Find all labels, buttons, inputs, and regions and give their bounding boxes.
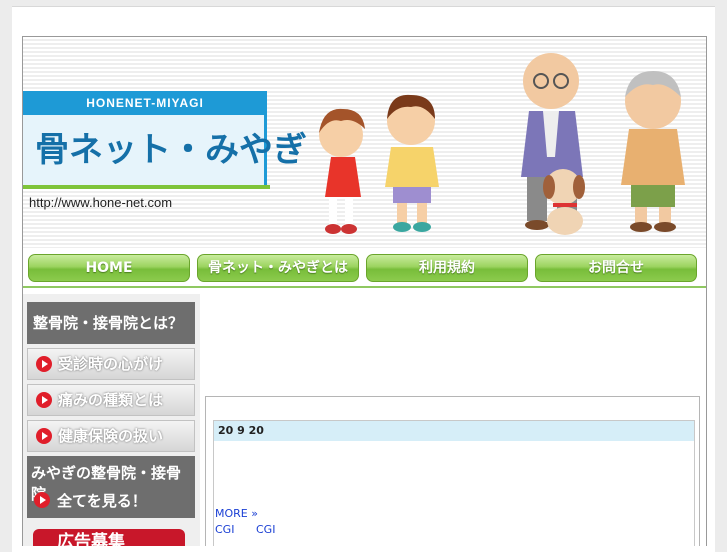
nav-terms[interactable]: 利用規約: [366, 254, 528, 282]
sidebar-item-label: 受診時の心がけ: [58, 355, 164, 373]
sidebar-item-label: 健康保険の扱い: [58, 427, 164, 445]
main-nav: HOME 骨ネット・みやぎとは 利用規約 お問合せ: [23, 252, 706, 288]
nav-contact[interactable]: お問合せ: [535, 254, 697, 282]
logo-title: 骨ネット・みやぎ: [23, 115, 307, 185]
clinic-list-block: みやぎの整骨院・接骨院 全てを見る！: [27, 456, 195, 518]
sidebar-item-label: 痛みの種類とは: [58, 391, 164, 409]
view-all-link[interactable]: 全てを見る！: [57, 490, 147, 511]
logo-subtitle: HONENET-MIYAGI: [23, 91, 267, 115]
news-date: 20 9 20: [214, 421, 694, 441]
cgi-link[interactable]: CGI: [256, 523, 275, 536]
arrow-right-icon: [34, 492, 50, 508]
ad-banner[interactable]: 広告募集: [33, 529, 185, 546]
arrow-right-icon: [36, 356, 52, 372]
arrow-right-icon: [36, 428, 52, 444]
dog-figure: [543, 169, 585, 235]
grandmother-figure: [621, 71, 685, 232]
page-container: HONENET-MIYAGI 骨ネット・みやぎ http://www.hone-…: [22, 36, 707, 546]
sidebar-item-pain-types[interactable]: 痛みの種類とは: [27, 384, 195, 416]
nav-about[interactable]: 骨ネット・みやぎとは: [197, 254, 359, 282]
site-header: HONENET-MIYAGI 骨ネット・みやぎ http://www.hone-…: [23, 37, 706, 248]
nav-home[interactable]: HOME: [28, 254, 190, 282]
main-content: 20 9 20 MORE » CGI CGI: [205, 396, 700, 546]
site-logo[interactable]: HONENET-MIYAGI 骨ネット・みやぎ: [23, 91, 307, 189]
news-panel: 20 9 20 MORE » CGI CGI: [213, 420, 695, 546]
sidebar-item-insurance[interactable]: 健康保険の扱い: [27, 420, 195, 452]
family-illustration: [319, 53, 685, 235]
sidebar-heading[interactable]: 整骨院・接骨院とは？: [27, 302, 195, 344]
cgi-link[interactable]: CGI: [215, 523, 234, 536]
sidebar-item-visit-tips[interactable]: 受診時の心がけ: [27, 348, 195, 380]
logo-stripe: [23, 185, 270, 189]
child-figure: [385, 94, 439, 232]
site-url: http://www.hone-net.com: [29, 195, 173, 210]
boy-figure: [319, 108, 365, 234]
sidebar: 整骨院・接骨院とは？ 受診時の心がけ 痛みの種類とは 健康保険の扱い みやぎの整…: [23, 294, 200, 546]
more-link[interactable]: MORE »: [215, 507, 258, 520]
arrow-right-icon: [36, 392, 52, 408]
